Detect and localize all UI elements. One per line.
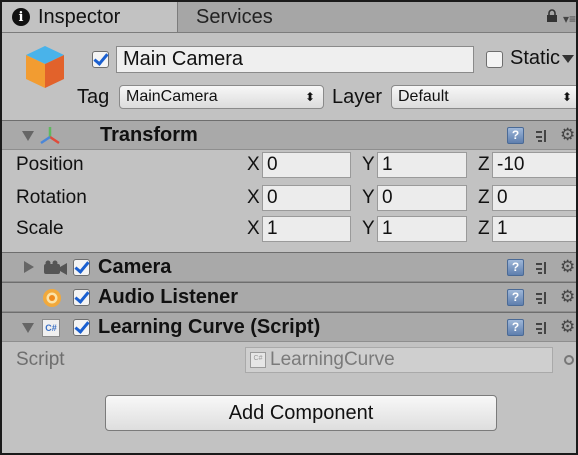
tab-inspector-label: Inspector bbox=[38, 5, 121, 28]
lock-icon[interactable] bbox=[546, 9, 558, 23]
object-header: Main Camera Static Tag MainCamera ⬍ Laye… bbox=[2, 33, 576, 117]
help-icon[interactable]: ? bbox=[507, 289, 524, 306]
help-icon[interactable]: ? bbox=[507, 127, 524, 144]
learning-curve-enabled-checkbox[interactable] bbox=[73, 319, 90, 336]
add-component-button[interactable]: Add Component bbox=[105, 395, 497, 431]
camera-enabled-checkbox[interactable] bbox=[73, 259, 90, 276]
audio-listener-component-header[interactable]: Audio Listener ? ⚙ bbox=[2, 282, 576, 312]
active-checkbox[interactable] bbox=[92, 51, 109, 68]
gear-icon[interactable]: ⚙ bbox=[560, 125, 575, 145]
foldout-expanded-icon[interactable] bbox=[22, 131, 34, 141]
transform-header[interactable]: Transform ? ⚙ bbox=[2, 120, 576, 150]
tag-value: MainCamera bbox=[126, 88, 218, 105]
position-z-field[interactable]: -10 bbox=[492, 152, 576, 178]
scale-y-field[interactable]: 1 bbox=[377, 216, 467, 242]
help-icon[interactable]: ? bbox=[507, 259, 524, 276]
audio-listener-icon bbox=[43, 289, 61, 307]
camera-icon bbox=[44, 260, 67, 275]
script-field: C# LearningCurve bbox=[245, 347, 553, 373]
tab-inspector[interactable]: i Inspector bbox=[2, 2, 178, 32]
layer-dropdown-arrows-icon: ⬍ bbox=[561, 90, 572, 104]
static-label: Static bbox=[510, 47, 561, 69]
static-dropdown-arrow-icon[interactable] bbox=[562, 55, 574, 63]
position-y-label: Y bbox=[362, 154, 375, 175]
position-y-field[interactable]: 1 bbox=[377, 152, 467, 178]
layer-label: Layer bbox=[332, 86, 383, 108]
csharp-script-icon: C# bbox=[42, 319, 60, 337]
audio-listener-enabled-checkbox[interactable] bbox=[73, 289, 90, 306]
layer-dropdown[interactable]: Default ⬍ bbox=[391, 85, 576, 109]
inspector-window: i Inspector Services ▾≡ Main Camera Stat… bbox=[0, 0, 578, 455]
tab-menu-icon[interactable]: ▾≡ bbox=[563, 12, 576, 26]
position-x-field[interactable]: 0 bbox=[262, 152, 351, 178]
gear-icon[interactable]: ⚙ bbox=[560, 317, 575, 337]
script-file-icon: C# bbox=[250, 351, 266, 368]
scale-label: Scale bbox=[16, 218, 64, 239]
audio-listener-title: Audio Listener bbox=[98, 286, 239, 308]
gear-icon[interactable]: ⚙ bbox=[560, 287, 575, 307]
presets-icon[interactable] bbox=[535, 321, 549, 335]
object-name-field[interactable]: Main Camera bbox=[116, 46, 474, 73]
tag-dropdown-arrows-icon: ⬍ bbox=[304, 90, 315, 104]
camera-title: Camera bbox=[98, 256, 172, 278]
tab-bar: i Inspector Services ▾≡ bbox=[2, 2, 576, 33]
foldout-collapsed-icon[interactable] bbox=[24, 261, 34, 273]
rotation-y-label: Y bbox=[362, 187, 375, 208]
foldout-expanded-icon[interactable] bbox=[22, 323, 34, 333]
help-icon[interactable]: ? bbox=[507, 319, 524, 336]
rotation-x-label: X bbox=[247, 187, 260, 208]
transform-title: Transform bbox=[100, 124, 198, 146]
scale-y-label: Y bbox=[362, 218, 375, 239]
camera-component-header[interactable]: Camera ? ⚙ bbox=[2, 252, 576, 282]
tag-dropdown[interactable]: MainCamera ⬍ bbox=[119, 85, 324, 109]
rotation-x-field[interactable]: 0 bbox=[262, 185, 351, 211]
script-value: LearningCurve bbox=[270, 349, 395, 370]
layer-value: Default bbox=[398, 88, 449, 105]
scale-x-field[interactable]: 1 bbox=[262, 216, 351, 242]
tab-services-label: Services bbox=[196, 5, 273, 28]
tab-services[interactable]: Services bbox=[196, 2, 273, 32]
presets-icon[interactable] bbox=[535, 291, 549, 305]
rotation-z-label: Z bbox=[478, 187, 490, 208]
scale-z-label: Z bbox=[478, 218, 490, 239]
tag-label: Tag bbox=[77, 86, 110, 108]
position-z-label: Z bbox=[478, 154, 490, 175]
rotation-y-field[interactable]: 0 bbox=[377, 185, 467, 211]
transform-axes-icon bbox=[40, 127, 60, 145]
position-label: Position bbox=[16, 154, 84, 175]
rotation-label: Rotation bbox=[16, 187, 87, 208]
presets-icon[interactable] bbox=[535, 261, 549, 275]
scale-z-field[interactable]: 1 bbox=[492, 216, 576, 242]
position-x-label: X bbox=[247, 154, 260, 175]
info-icon: i bbox=[12, 8, 30, 26]
object-picker-icon[interactable] bbox=[564, 355, 574, 365]
static-checkbox[interactable] bbox=[486, 51, 503, 68]
presets-icon[interactable] bbox=[535, 129, 549, 143]
gear-icon[interactable]: ⚙ bbox=[560, 257, 575, 277]
learning-curve-component-header[interactable]: C# Learning Curve (Script) ? ⚙ bbox=[2, 312, 576, 342]
scale-x-label: X bbox=[247, 218, 260, 239]
rotation-z-field[interactable]: 0 bbox=[492, 185, 576, 211]
gameobject-cube-icon bbox=[26, 46, 64, 88]
learning-curve-title: Learning Curve (Script) bbox=[98, 316, 321, 338]
script-label: Script bbox=[16, 349, 65, 370]
